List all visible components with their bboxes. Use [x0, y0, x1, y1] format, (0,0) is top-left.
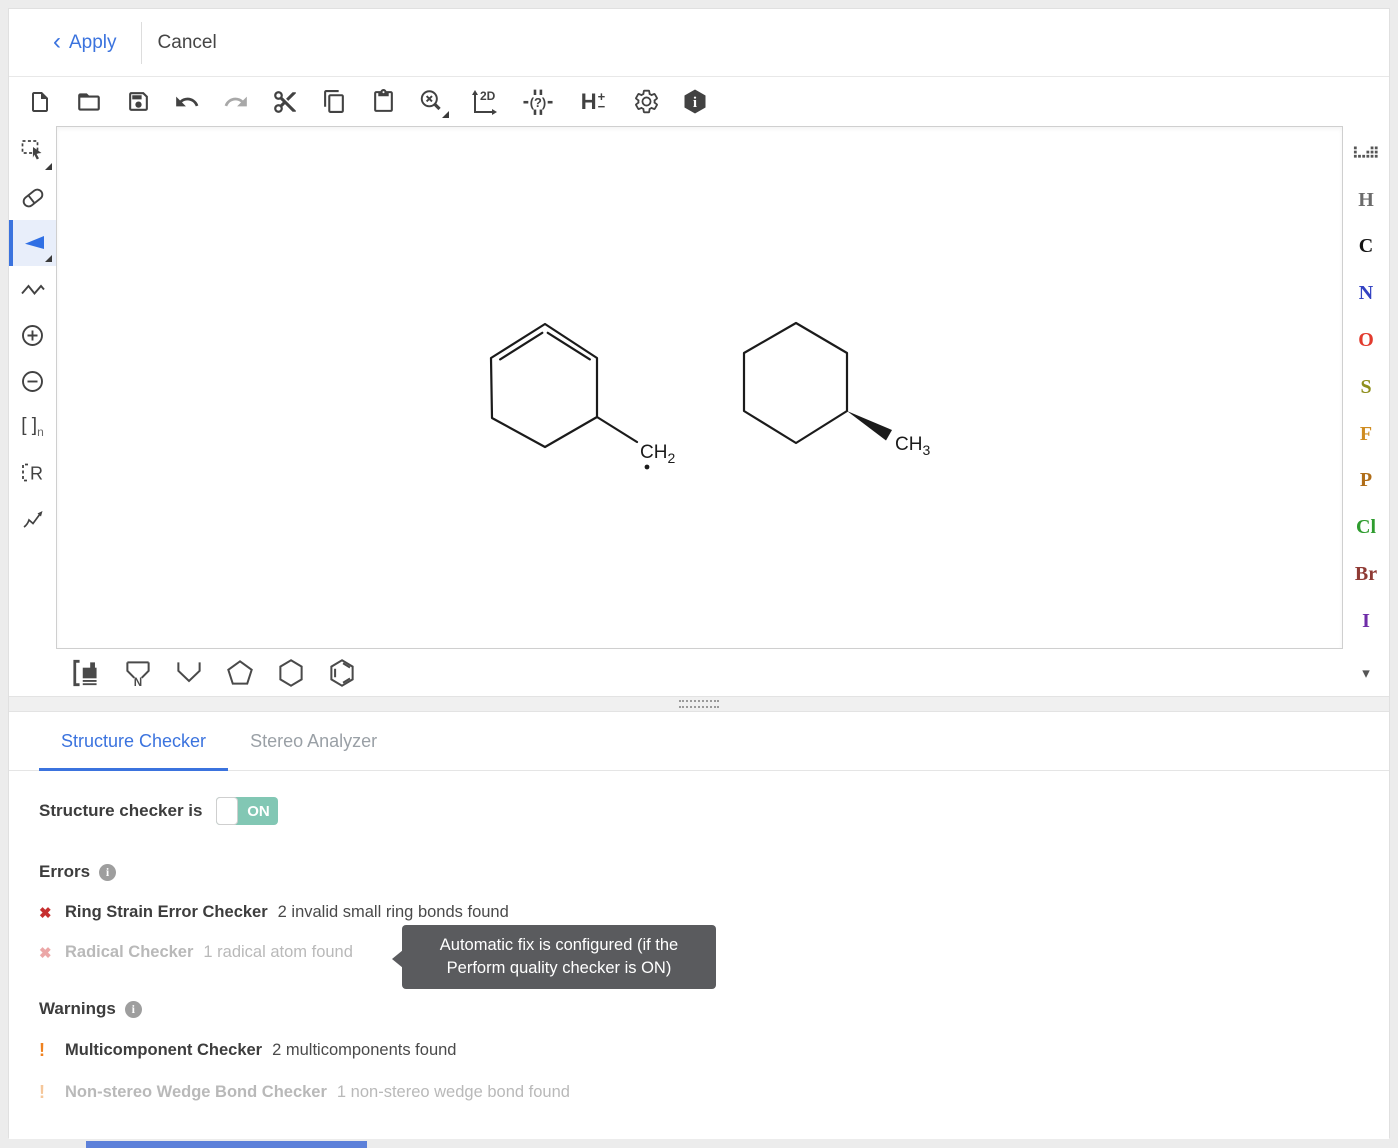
main-toolbar: 2D (?) H + − — [9, 77, 1389, 126]
error-x-icon: ✖ — [39, 944, 65, 962]
warnings-info-icon[interactable]: i — [125, 1001, 142, 1018]
toggle-knob — [216, 797, 238, 825]
element-i-button[interactable]: I — [1343, 598, 1389, 645]
zoom-tool-icon[interactable] — [418, 88, 446, 116]
svg-text:i: i — [693, 95, 697, 111]
dropdown-corner-icon — [45, 163, 52, 170]
tab-stereo-analyzer[interactable]: Stereo Analyzer — [228, 712, 399, 770]
atom-label-ch2[interactable]: CH2 — [640, 442, 675, 466]
periodic-table-button[interactable] — [1343, 130, 1389, 177]
svg-text:N: N — [134, 675, 142, 688]
element-toolbar: H C N O S F P Cl Br I ▾ — [1343, 126, 1389, 696]
left-toolbar: [ ]n R — [9, 126, 56, 696]
chain-tool[interactable] — [9, 266, 56, 312]
top-bar: ‹ Apply Cancel — [9, 9, 1389, 77]
paste-icon[interactable] — [369, 88, 397, 116]
element-br-button[interactable]: Br — [1343, 551, 1389, 598]
template-toolbar: N — [56, 649, 1343, 696]
checker-panel: Structure Checker Stereo Analyzer Struct… — [9, 712, 1389, 1139]
redo-icon[interactable] — [222, 88, 250, 116]
sgroup-bracket-tool[interactable]: [ ]n — [9, 404, 56, 450]
rgroup-tool[interactable]: R — [9, 450, 56, 496]
atom-label-ch3[interactable]: CH3 — [895, 434, 930, 458]
error-row-ring-strain[interactable]: ✖ Ring Strain Error Checker 2 invalid sm… — [39, 903, 1359, 922]
eraser-tool[interactable] — [9, 174, 56, 220]
errors-info-icon[interactable]: i — [99, 864, 116, 881]
element-n-button[interactable]: N — [1343, 270, 1389, 317]
element-f-button[interactable]: F — [1343, 411, 1389, 458]
error-x-icon: ✖ — [39, 904, 65, 922]
warning-row-multicomponent[interactable]: ! Multicomponent Checker 2 multicomponen… — [39, 1040, 1359, 1061]
charge-minus-tool[interactable] — [9, 358, 56, 404]
element-cl-button[interactable]: Cl — [1343, 504, 1389, 551]
apply-button[interactable]: ‹ Apply — [53, 31, 117, 55]
template-cyclopentadiene-button[interactable] — [172, 656, 206, 690]
info-icon[interactable]: i — [681, 88, 709, 116]
editor-main: [ ]n R — [9, 126, 1389, 696]
dropdown-corner-icon — [442, 111, 449, 118]
clean-2d-icon[interactable]: 2D — [467, 88, 501, 116]
cancel-button[interactable]: Cancel — [158, 32, 217, 54]
divider — [141, 22, 142, 64]
molecule-cyclohexane-methyl[interactable] — [744, 323, 847, 443]
new-document-icon[interactable] — [26, 88, 54, 116]
drawing-canvas[interactable]: CH2 CH3 — [56, 126, 1343, 649]
expand-elements-chevron-icon[interactable]: ▾ — [1362, 664, 1370, 682]
add-remove-hydrogens-icon[interactable]: H + − — [575, 88, 611, 116]
toggle-state-label: ON — [238, 803, 278, 820]
element-h-button[interactable]: H — [1343, 177, 1389, 224]
cut-icon[interactable] — [271, 88, 299, 116]
template-benzene-button[interactable] — [325, 656, 359, 690]
element-c-button[interactable]: C — [1343, 224, 1389, 271]
tab-structure-checker[interactable]: Structure Checker — [39, 712, 228, 770]
panel-resize-handle[interactable] — [9, 696, 1389, 712]
undo-icon[interactable] — [173, 88, 201, 116]
template-cyclohexane-button[interactable] — [274, 656, 308, 690]
element-p-button[interactable]: P — [1343, 458, 1389, 505]
canvas-column: CH2 CH3 — [56, 126, 1343, 696]
charge-plus-tool[interactable] — [9, 312, 56, 358]
warning-row-wedge-bond[interactable]: ! Non-stereo Wedge Bond Checker 1 non-st… — [39, 1082, 1359, 1103]
horizontal-scrollbar-thumb[interactable] — [86, 1141, 367, 1148]
element-s-button[interactable]: S — [1343, 364, 1389, 411]
apply-label: Apply — [69, 32, 117, 54]
back-chevron-icon: ‹ — [53, 30, 61, 54]
grip-icon — [679, 700, 719, 708]
bond-tool[interactable] — [9, 220, 56, 266]
element-o-button[interactable]: O — [1343, 317, 1389, 364]
panel-tabs: Structure Checker Stereo Analyzer — [9, 712, 1389, 771]
open-icon[interactable] — [75, 88, 103, 116]
editor-page: ‹ Apply Cancel — [0, 0, 1398, 1148]
copy-icon[interactable] — [320, 88, 348, 116]
structure-check-icon[interactable]: (?) — [522, 88, 554, 116]
template-pyrrole-button[interactable]: N — [121, 656, 155, 690]
wedge-bond[interactable] — [847, 411, 892, 441]
warnings-title: Warnings — [39, 999, 116, 1019]
structure-checker-toggle[interactable]: ON — [216, 797, 278, 825]
structure-checker-toggle-label: Structure checker is — [39, 801, 202, 821]
settings-gear-icon[interactable] — [632, 88, 660, 116]
template-library-button[interactable] — [70, 656, 104, 690]
save-icon[interactable] — [124, 88, 152, 116]
select-rectangle-tool[interactable] — [9, 128, 56, 174]
errors-title: Errors — [39, 862, 90, 882]
svg-text:(?): (?) — [530, 94, 546, 109]
warning-bang-icon: ! — [39, 1040, 65, 1061]
autofix-tooltip: Automatic fix is configured (if the Perf… — [402, 925, 716, 989]
structure-editor-window: ‹ Apply Cancel — [8, 8, 1390, 1138]
molecule-cyclohexadiene-radical[interactable] — [491, 324, 637, 447]
svg-text:2D: 2D — [480, 89, 496, 103]
svg-text:R: R — [30, 464, 43, 484]
template-cyclopentane-button[interactable] — [223, 656, 257, 690]
radical-dot — [645, 465, 650, 470]
dropdown-corner-icon — [45, 255, 52, 262]
reaction-mapping-tool[interactable] — [9, 496, 56, 542]
warning-bang-icon: ! — [39, 1082, 65, 1103]
